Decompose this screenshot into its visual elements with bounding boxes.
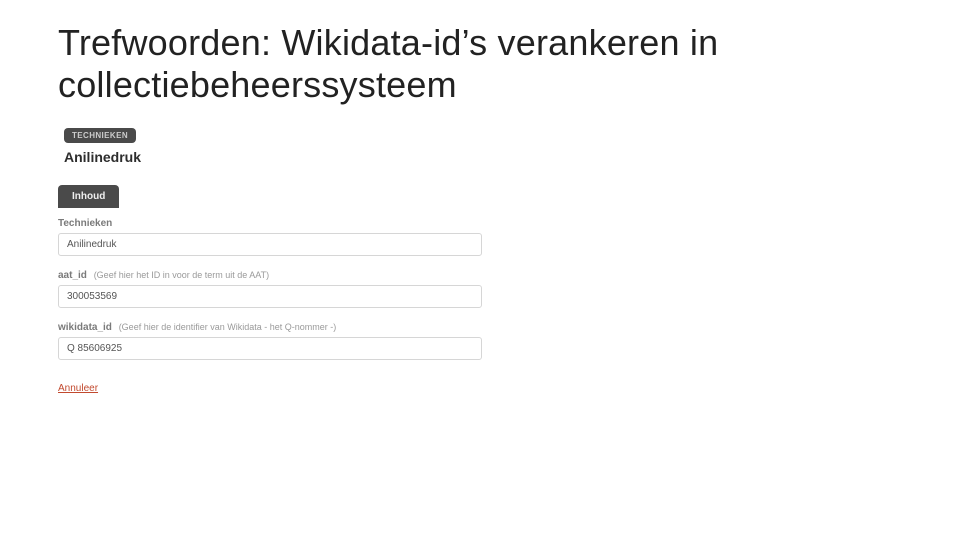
- field-label-wikidata: wikidata_id (Geef hier de identifier van…: [58, 322, 482, 333]
- slide: Trefwoorden: Wikidata-id’s verankeren in…: [0, 0, 960, 540]
- aat-id-input[interactable]: [58, 285, 482, 308]
- field-wikidata-id: wikidata_id (Geef hier de identifier van…: [58, 322, 482, 360]
- slide-title: Trefwoorden: Wikidata-id’s verankeren in…: [58, 22, 902, 107]
- form-panel: TECHNIEKEN Anilinedruk Inhoud Technieken…: [58, 121, 482, 396]
- actions-row: Annuleer: [58, 374, 482, 396]
- record-title: Anilinedruk: [64, 149, 476, 165]
- field-label-aat: aat_id (Geef hier het ID in voor de term…: [58, 270, 482, 281]
- aat-hint: (Geef hier het ID in voor de term uit de…: [94, 270, 269, 280]
- field-label-technieken: Technieken: [58, 218, 482, 229]
- field-aat-id: aat_id (Geef hier het ID in voor de term…: [58, 270, 482, 308]
- tab-inhoud[interactable]: Inhoud: [58, 185, 119, 208]
- record-header: TECHNIEKEN Anilinedruk: [58, 121, 482, 175]
- wikidata-id-input[interactable]: [58, 337, 482, 360]
- field-technieken: Technieken: [58, 218, 482, 256]
- cancel-button[interactable]: Annuleer: [58, 383, 98, 394]
- wikidata-label-text: wikidata_id: [58, 322, 112, 333]
- technieken-input[interactable]: [58, 233, 482, 256]
- aat-label-text: aat_id: [58, 270, 87, 281]
- wikidata-hint: (Geef hier de identifier van Wikidata - …: [119, 322, 337, 332]
- tab-row: Inhoud: [58, 185, 482, 208]
- category-badge: TECHNIEKEN: [64, 128, 136, 143]
